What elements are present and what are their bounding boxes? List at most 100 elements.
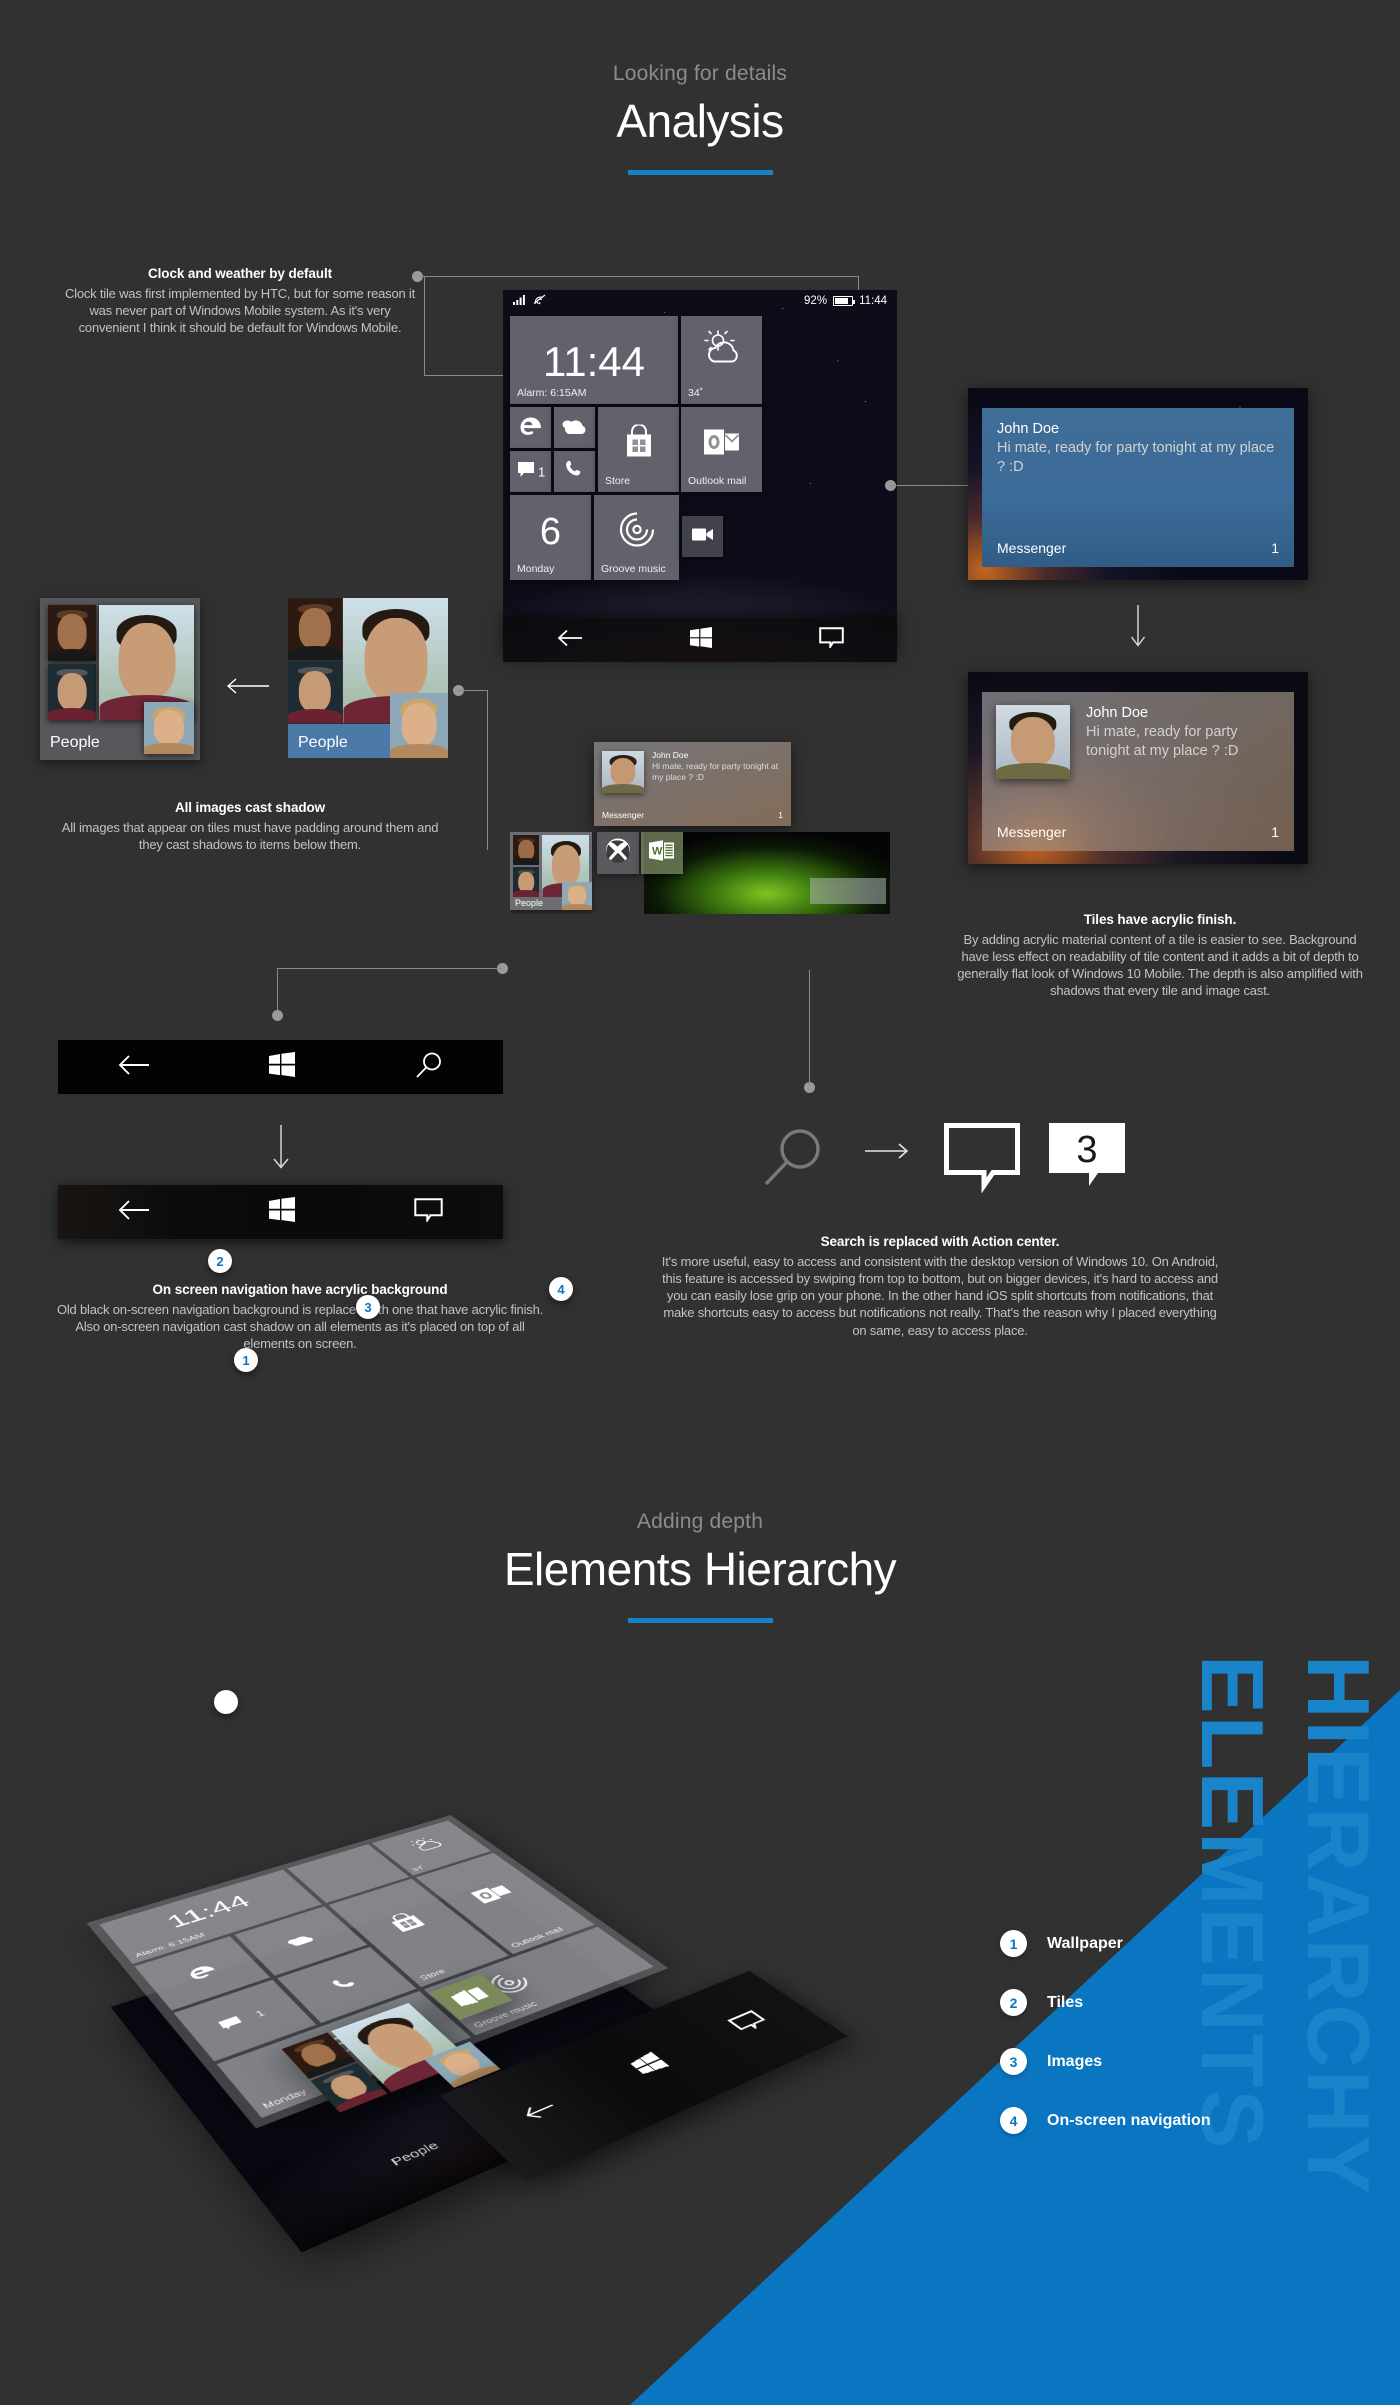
tile-calendar[interactable]: 6 Monday bbox=[510, 495, 591, 580]
notification-app: Messenger bbox=[997, 824, 1067, 840]
video-camera-icon bbox=[691, 527, 714, 546]
action-center-icon bbox=[727, 2010, 773, 2035]
tile-groove[interactable]: Groove music bbox=[594, 495, 679, 580]
avatar bbox=[48, 664, 96, 720]
legend-label: Images bbox=[1047, 2052, 1103, 2070]
legend-item-wallpaper: 1 Wallpaper bbox=[1000, 1930, 1211, 1957]
notification-card-after[interactable]: John Doe Hi mate, ready for party tonigh… bbox=[968, 672, 1308, 864]
xbox-icon bbox=[605, 838, 631, 869]
exploded-layers: 11:44 Alarm: 6:15AM 34˚ Store Outlook ma… bbox=[86, 1690, 900, 2310]
badge-1: 1 bbox=[234, 1348, 258, 1372]
tile-xbox[interactable] bbox=[597, 832, 639, 874]
tile-clock-alarm: Alarm: 6:15AM bbox=[517, 387, 587, 399]
legend-label: On-screen navigation bbox=[1047, 2111, 1211, 2129]
avatar bbox=[288, 598, 342, 660]
action-center-icon[interactable] bbox=[818, 627, 844, 653]
notification-app: Messenger bbox=[997, 540, 1067, 556]
leader-line bbox=[277, 968, 502, 970]
annotation-images-body: All images that appear on tiles must hav… bbox=[61, 820, 439, 853]
legend-label: Tiles bbox=[1047, 1993, 1084, 2011]
notification-message: Hi mate, ready for party tonight at my p… bbox=[1086, 724, 1239, 759]
notification-name: John Doe bbox=[1086, 705, 1149, 721]
store-bag-icon bbox=[623, 423, 655, 464]
windows-logo-icon[interactable] bbox=[268, 1197, 295, 1227]
groove-music-icon bbox=[618, 511, 656, 554]
tile-calendar-day: 6 bbox=[539, 511, 562, 554]
annotation-clock-body: Clock tile was first implemented by HTC,… bbox=[64, 286, 416, 336]
tile-weather[interactable]: 34˚ bbox=[681, 316, 762, 404]
tile-messaging[interactable]: 1 bbox=[510, 451, 551, 492]
leader-line bbox=[809, 970, 811, 1085]
annotation-clock-title: Clock and weather by default bbox=[148, 266, 332, 281]
analysis-title: Analysis bbox=[616, 95, 784, 147]
tile-messaging-count: 1 bbox=[538, 464, 546, 479]
tile-clock-time: 11:44 bbox=[543, 338, 645, 385]
back-arrow-icon[interactable] bbox=[557, 629, 583, 652]
svg-text:W: W bbox=[652, 846, 663, 858]
leader-dot bbox=[272, 1010, 283, 1021]
annotation-nav-body: Old black on-screen navigation backgroun… bbox=[56, 1302, 544, 1352]
notification-count: 1 bbox=[1271, 824, 1279, 840]
action-center-badge-icon: 3 bbox=[1049, 1123, 1125, 1193]
phone-mockup: 92% 11:44 11:44 Alarm: 6:15AM 34˚ 1 Stor… bbox=[503, 290, 897, 914]
annotation-action-center: Search is replaced with Action center. I… bbox=[660, 1234, 1220, 1339]
leader-line bbox=[487, 690, 489, 850]
annotation-images-shadow: All images cast shadow All images that a… bbox=[60, 800, 440, 853]
ghost-text-hierarchy: HIERARCHY bbox=[1289, 1655, 1388, 2197]
tile-word[interactable]: W bbox=[641, 832, 683, 874]
windows-logo-icon[interactable] bbox=[689, 627, 712, 653]
outlook-icon bbox=[703, 427, 741, 462]
notification-count: 1 bbox=[1271, 540, 1279, 556]
annotation-acrylic-tiles: Tiles have acrylic finish. By adding acr… bbox=[950, 912, 1370, 1000]
annotation-acrylic-title: Tiles have acrylic finish. bbox=[1083, 912, 1237, 927]
avatar bbox=[48, 605, 96, 661]
battery-percent-label: 92% bbox=[804, 295, 828, 307]
search-icon[interactable] bbox=[415, 1051, 443, 1084]
tile-phone[interactable] bbox=[554, 451, 595, 492]
tile-people-label: People bbox=[515, 898, 544, 908]
bottom-tile-row: People W bbox=[510, 832, 890, 914]
annotation-nav-acrylic: On screen navigation have acrylic backgr… bbox=[50, 1282, 550, 1352]
avatar bbox=[513, 835, 539, 865]
signal-bars-icon bbox=[513, 294, 527, 308]
tile-edge[interactable] bbox=[510, 407, 551, 448]
tile-clock[interactable]: 11:44 Alarm: 6:15AM bbox=[510, 316, 678, 404]
hierarchy-legend: 1 Wallpaper 2 Tiles 3 Images 4 On-screen… bbox=[1000, 1930, 1211, 2166]
notification-count: 1 bbox=[778, 810, 783, 820]
back-arrow-icon[interactable] bbox=[118, 1054, 150, 1081]
annotation-nav-title: On screen navigation have acrylic backgr… bbox=[152, 1282, 448, 1297]
windows-logo-icon[interactable] bbox=[269, 1052, 296, 1082]
tile-store[interactable]: Store bbox=[598, 407, 679, 492]
tile-weather-temp: 34˚ bbox=[688, 387, 704, 399]
tile-camera[interactable] bbox=[682, 516, 723, 557]
phone-tile-messenger-notification[interactable]: John Doe Hi mate, ready for party tonigh… bbox=[594, 742, 791, 826]
leader-line bbox=[424, 276, 426, 376]
notification-message: Hi mate, ready for party tonight at my p… bbox=[997, 440, 1275, 475]
tile-placeholder[interactable] bbox=[810, 878, 886, 904]
wifi-icon bbox=[533, 294, 547, 308]
notification-card-before[interactable]: John Doe Hi mate, ready for party tonigh… bbox=[968, 388, 1308, 580]
avatar bbox=[288, 661, 342, 723]
back-arrow-icon[interactable] bbox=[118, 1199, 150, 1226]
edge-icon bbox=[518, 412, 544, 443]
people-tile-after[interactable]: People bbox=[40, 598, 200, 760]
tile-people[interactable]: People bbox=[510, 832, 592, 910]
down-arrow-icon bbox=[272, 1125, 290, 1174]
analysis-section-header: Looking for details Analysis bbox=[0, 62, 1400, 175]
action-center-icon[interactable] bbox=[414, 1197, 444, 1227]
tile-calendar-label: Monday bbox=[517, 563, 555, 575]
tile-onedrive[interactable] bbox=[554, 407, 595, 448]
legend-number: 1 bbox=[1000, 1930, 1027, 1957]
notification-message: Hi mate, ready for party tonight at my p… bbox=[652, 761, 779, 783]
navbar-new bbox=[58, 1185, 503, 1239]
annotation-images-title: All images cast shadow bbox=[174, 800, 326, 815]
tile-outlook-label: Outlook mail bbox=[688, 475, 747, 487]
phone-handset-icon bbox=[564, 458, 586, 485]
avatar bbox=[144, 702, 194, 754]
status-time-label: 11:44 bbox=[859, 295, 887, 307]
tile-outlook[interactable]: Outlook mail bbox=[681, 407, 762, 492]
tile-groove-label: Groove music bbox=[601, 563, 666, 575]
back-arrow-icon bbox=[519, 2098, 564, 2125]
avatar bbox=[996, 705, 1070, 779]
people-tile-before[interactable]: People bbox=[288, 598, 448, 758]
